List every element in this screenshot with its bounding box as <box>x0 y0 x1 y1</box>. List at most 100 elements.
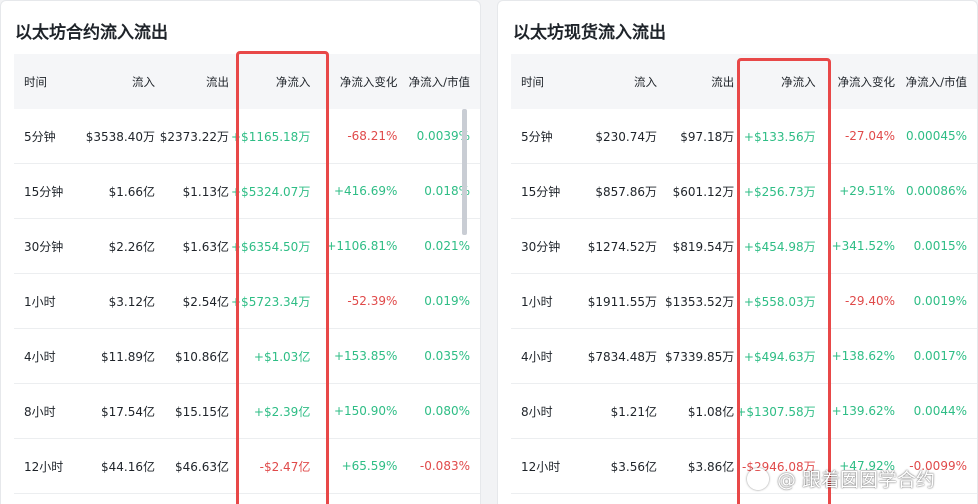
table-row[interactable]: 5分钟 $3538.40万 $2373.22万 +$1165.18万 -68.21% 0.… <box>14 109 480 164</box>
cell-inflow: $17.54亿 <box>85 383 158 439</box>
cell-inflow: $3.12亿 <box>85 273 158 329</box>
cell-net-change: +138.62% <box>831 328 906 384</box>
cell-net-ratio: 0.080% <box>407 383 480 439</box>
cell-inflow: $1911.55万 <box>587 273 659 329</box>
panel-title: 以太坊现货流入流出 <box>513 23 666 43</box>
table-row[interactable]: 4小时 $11.89亿 $10.86亿 +$1.03亿 +153.85% 0.035% <box>14 328 480 384</box>
cell-time: 15分钟 <box>511 163 588 219</box>
cell-inflow: $857.86万 <box>587 163 659 219</box>
cell-time: 12小时 <box>14 438 86 494</box>
cell-inflow: $1.21亿 <box>587 383 659 439</box>
table-row[interactable]: 1小时 $3.12亿 $2.54亿 +$5723.34万 -52.39% 0.019% <box>14 273 480 329</box>
cell-outflow: $819.54万 <box>659 218 737 274</box>
cell-net-inflow: +$558.03万 <box>736 273 832 329</box>
cell-net-ratio: 0.00086% <box>905 163 977 219</box>
header-time[interactable]: 时间 <box>511 54 588 109</box>
cell-outflow: $2373.22万 <box>157 109 231 164</box>
cell-outflow: $1.08亿 <box>659 383 737 439</box>
cell-net-change: +139.62% <box>831 383 906 439</box>
cell-net-inflow: +$6354.50万 <box>231 218 327 274</box>
cell-time: 30分钟 <box>511 218 588 274</box>
cell-inflow: $1274.52万 <box>587 218 659 274</box>
futures-flow-panel: 以太坊合约流入流出 时间 流入 流出 净流入 净流入变化 净流入/市值 5分钟 $… <box>0 0 481 504</box>
cell-outflow: $10.86亿 <box>157 328 231 384</box>
table-row[interactable]: 1小时 $1911.55万 $1353.52万 +$558.03万 -29.40% 0.0… <box>511 273 977 329</box>
cell-inflow: $1.66亿 <box>85 163 158 219</box>
cell-time: 30分钟 <box>14 218 86 274</box>
table-row[interactable]: 8小时 $17.54亿 $15.15亿 +$2.39亿 +150.90% 0.080% <box>14 383 480 439</box>
cell-net-inflow: +$133.56万 <box>736 109 832 164</box>
cell-net-ratio: 0.0044% <box>905 383 977 439</box>
cell-net-change: +1106.81% <box>326 218 408 274</box>
cell-net-ratio: 0.0017% <box>905 328 977 384</box>
header-time[interactable]: 时间 <box>14 54 86 109</box>
table-scrollbar[interactable] <box>462 109 467 235</box>
cell-outflow: $601.12万 <box>659 163 737 219</box>
cell-inflow: $2.26亿 <box>85 218 158 274</box>
cell-inflow: $230.74万 <box>587 109 659 164</box>
cell-time: 1小时 <box>511 273 588 329</box>
spot-flow-table: 时间 流入 流出 净流入 净流入变化 净流入/市值 5分钟 $230.74万 $97… <box>511 54 977 494</box>
futures-flow-table: 时间 流入 流出 净流入 净流入变化 净流入/市值 5分钟 $3538.40万 $2… <box>14 54 480 494</box>
header-outflow[interactable]: 流出 <box>659 54 737 109</box>
header-change[interactable]: 净流入变化 <box>831 54 906 109</box>
cell-inflow: $3.56亿 <box>587 438 659 494</box>
cell-net-inflow: +$1165.18万 <box>231 109 327 164</box>
cell-inflow: $3538.40万 <box>85 109 158 164</box>
header-inflow[interactable]: 流入 <box>85 54 158 109</box>
cell-net-change: -29.40% <box>831 273 906 329</box>
header-ratio[interactable]: 净流入/市值 <box>407 54 480 109</box>
spot-flow-panel: 以太坊现货流入流出 时间 流入 流出 净流入 净流入变化 净流入/市值 5分钟 $… <box>497 0 978 504</box>
table-row[interactable]: 12小时 $44.16亿 $46.63亿 -$2.47亿 +65.59% -0.083% <box>14 438 480 494</box>
table-row[interactable]: 8小时 $1.21亿 $1.08亿 +$1307.58万 +139.62% 0.0044% <box>511 383 977 439</box>
table-row[interactable]: 5分钟 $230.74万 $97.18万 +$133.56万 -27.04% 0.0004… <box>511 109 977 164</box>
table-header-row: 时间 流入 流出 净流入 净流入变化 净流入/市值 <box>14 54 480 109</box>
cell-net-inflow: +$494.63万 <box>736 328 832 384</box>
cell-time: 8小时 <box>14 383 86 439</box>
cell-outflow: $1.63亿 <box>157 218 231 274</box>
cell-time: 4小时 <box>14 328 86 384</box>
header-outflow[interactable]: 流出 <box>157 54 231 109</box>
cell-net-change: +153.85% <box>326 328 408 384</box>
table-row[interactable]: 4小时 $7834.48万 $7339.85万 +$494.63万 +138.62% 0.… <box>511 328 977 384</box>
table-row[interactable]: 15分钟 $1.66亿 $1.13亿 +$5324.07万 +416.69% 0.018% <box>14 163 480 219</box>
cell-net-inflow: +$1.03亿 <box>231 328 327 384</box>
cell-inflow: $11.89亿 <box>85 328 158 384</box>
panel-title: 以太坊合约流入流出 <box>15 23 168 43</box>
header-inflow[interactable]: 流入 <box>587 54 659 109</box>
cell-net-change: -27.04% <box>831 109 906 164</box>
weibo-logo-icon <box>747 467 769 490</box>
cell-outflow: $1.13亿 <box>157 163 231 219</box>
cell-net-inflow: +$5723.34万 <box>231 273 327 329</box>
cell-outflow: $3.86亿 <box>659 438 737 494</box>
cell-net-ratio: 0.019% <box>407 273 480 329</box>
cell-net-ratio: 0.0015% <box>905 218 977 274</box>
table-row[interactable]: 30分钟 $2.26亿 $1.63亿 +$6354.50万 +1106.81% 0.021… <box>14 218 480 274</box>
cell-net-ratio: 0.00045% <box>905 109 977 164</box>
cell-time: 8小时 <box>511 383 588 439</box>
header-net[interactable]: 净流入 <box>736 54 832 109</box>
cell-net-inflow: +$5324.07万 <box>231 163 327 219</box>
cell-outflow: $15.15亿 <box>157 383 231 439</box>
cell-inflow: $7834.48万 <box>587 328 659 384</box>
cell-net-ratio: 0.035% <box>407 328 480 384</box>
header-change[interactable]: 净流入变化 <box>326 54 408 109</box>
cell-outflow: $1353.52万 <box>659 273 737 329</box>
table-row[interactable]: 15分钟 $857.86万 $601.12万 +$256.73万 +29.51% 0.00… <box>511 163 977 219</box>
cell-time: 12小时 <box>511 438 588 494</box>
cell-net-ratio: 0.021% <box>407 218 480 274</box>
cell-net-change: +416.69% <box>326 163 408 219</box>
cell-net-ratio: -0.083% <box>407 438 480 494</box>
cell-net-inflow: -$2.47亿 <box>231 438 327 494</box>
header-net[interactable]: 净流入 <box>231 54 327 109</box>
table-header-row: 时间 流入 流出 净流入 净流入变化 净流入/市值 <box>511 54 977 109</box>
cell-outflow: $7339.85万 <box>659 328 737 384</box>
cell-net-ratio: 0.0039% <box>407 109 480 164</box>
cell-net-change: +29.51% <box>831 163 906 219</box>
cell-net-change: -52.39% <box>326 273 408 329</box>
cell-time: 5分钟 <box>14 109 86 164</box>
cell-net-ratio: 0.018% <box>407 163 480 219</box>
header-ratio[interactable]: 净流入/市值 <box>905 54 977 109</box>
table-row[interactable]: 30分钟 $1274.52万 $819.54万 +$454.98万 +341.52% 0.… <box>511 218 977 274</box>
cell-time: 15分钟 <box>14 163 86 219</box>
